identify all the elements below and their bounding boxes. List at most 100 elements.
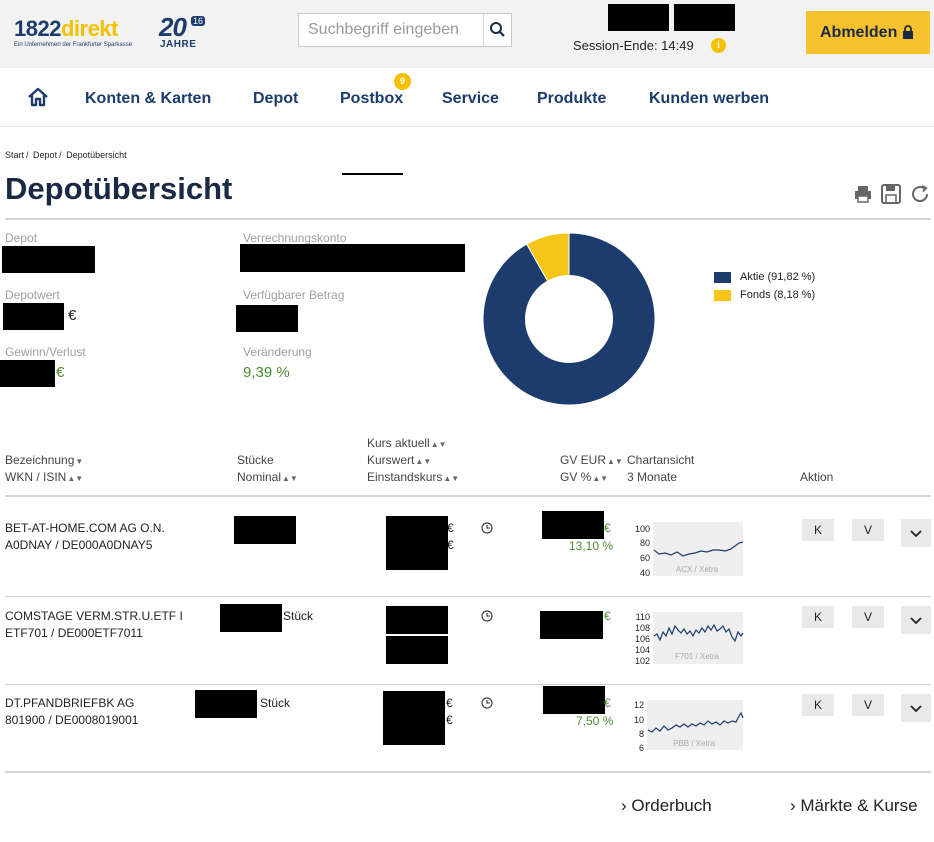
logo[interactable]: 1822direkt [14, 16, 118, 42]
row-divider [5, 596, 931, 597]
row1-name[interactable]: BET-AT-HOME.COM AG O.N. [5, 520, 165, 537]
header-nominal[interactable]: Nominal▲▼ [237, 469, 298, 487]
user-id-redacted [674, 4, 735, 31]
row2-buy-button[interactable]: K [802, 606, 834, 628]
row3-stueck-unit: Stück [260, 696, 291, 710]
depot-label: Depot [5, 231, 38, 245]
nav-depot[interactable]: Depot [253, 90, 298, 108]
gewinn-redacted [0, 360, 55, 387]
orderbuch-link[interactable]: › Orderbuch [621, 796, 712, 816]
row1-kurswert-currency: € [447, 538, 454, 552]
row1-mini-chart[interactable]: 100 80 60 40 ACX / Xetra [627, 520, 747, 578]
allocation-donut [482, 232, 656, 406]
verrechnungskonto-label: Verrechnungskonto [243, 231, 347, 245]
row2-clock-icon[interactable] [481, 610, 493, 622]
nav-postbox[interactable]: Postbox [340, 90, 403, 108]
header-gv-pct[interactable]: GV %▲▼ [560, 469, 608, 487]
svg-text:12: 12 [634, 700, 644, 710]
logout-button[interactable]: Abmelden [806, 11, 930, 54]
row1-wkn-isin: A0DNAY / DE000A0DNAY5 [5, 538, 153, 552]
header-bezeichnung[interactable]: Bezeichnung▼ [5, 452, 83, 470]
breadcrumb: Start / Depot / Depotübersicht [5, 150, 127, 160]
depotwert-redacted [3, 303, 64, 330]
row3-wkn-isin: 801900 / DE0008019001 [5, 713, 139, 727]
row3-clock-icon[interactable] [481, 697, 493, 709]
row1-clock-icon[interactable] [481, 522, 493, 534]
header-einstandskurs[interactable]: Einstandskurs▲▼ [367, 469, 459, 487]
header-wkn-isin[interactable]: WKN / ISIN▲▼ [5, 469, 83, 487]
search-input[interactable] [299, 14, 483, 46]
chevron-down-icon [910, 705, 922, 713]
svg-text:104: 104 [635, 645, 650, 655]
session-end: Session-Ende: 14:49 [573, 38, 694, 53]
row3-gv-pct: 7,50 % [576, 714, 614, 728]
verfuegbar-label: Verfügbarer Betrag [243, 288, 345, 302]
chevron-down-icon [910, 530, 922, 538]
svg-text:110: 110 [636, 612, 650, 622]
svg-text:10: 10 [634, 715, 644, 725]
gewinn-currency: € [56, 364, 65, 381]
row1-stueck-redacted [234, 516, 296, 544]
verrechnungskonto-redacted [240, 244, 465, 272]
redaction-line [342, 173, 403, 175]
row1-gv-eur-redacted [542, 511, 604, 539]
row3-kurs-currency: € [446, 696, 453, 710]
table-bottom-divider [5, 771, 931, 773]
lock-icon [903, 25, 913, 39]
title-divider [5, 218, 931, 220]
veraenderung-value: 9,39 % [243, 364, 290, 381]
svg-text:6: 6 [639, 743, 644, 752]
row3-stueck-redacted [195, 690, 257, 718]
svg-text:8: 8 [639, 729, 644, 739]
row3-buy-button[interactable]: K [802, 694, 834, 716]
row2-mini-chart[interactable]: 110 108 106 104 102 F701 / Xetra [627, 606, 747, 664]
anniversary-logo: 20 16 JAHRE [159, 12, 206, 50]
nav-produkte[interactable]: Produkte [537, 90, 606, 108]
row2-expand-button[interactable] [901, 606, 931, 634]
row1-buy-button[interactable]: K [802, 519, 834, 541]
nav-kunden-werben[interactable]: Kunden werben [649, 90, 769, 108]
row3-name[interactable]: DT.PFANDBRIEFBK AG [5, 695, 134, 712]
svg-text:ACX / Xetra: ACX / Xetra [676, 565, 719, 574]
header-3-monate: 3 Monate [627, 470, 678, 484]
search-button[interactable] [483, 14, 511, 46]
header-aktion: Aktion [800, 470, 834, 484]
row3-gv-eur-redacted [543, 686, 605, 714]
svg-text:106: 106 [635, 634, 650, 644]
row3-kurswert-redacted [383, 718, 445, 745]
svg-text:80: 80 [640, 538, 650, 548]
breadcrumb-start[interactable]: Start [5, 150, 24, 160]
nav-service[interactable]: Service [442, 90, 499, 108]
header-kurs-aktuell[interactable]: Kurs aktuell▲▼ [367, 435, 447, 453]
header-kurswert[interactable]: Kurswert▲▼ [367, 452, 431, 470]
user-name-redacted [608, 4, 669, 31]
page-title: Depotübersicht [5, 171, 233, 206]
row2-sell-button[interactable]: V [852, 606, 884, 628]
depotwert-label: Depotwert [5, 288, 60, 302]
legend-swatch-aktie [714, 272, 731, 283]
veraenderung-label: Veränderung [243, 345, 312, 359]
row3-kurswert-currency: € [446, 713, 453, 727]
row-divider [5, 684, 931, 685]
depotwert-currency: € [68, 307, 77, 324]
breadcrumb-depot[interactable]: Depot [33, 150, 57, 160]
home-icon[interactable] [26, 85, 50, 109]
row3-sell-button[interactable]: V [852, 694, 884, 716]
svg-text:100: 100 [635, 524, 650, 534]
row1-expand-button[interactable] [901, 519, 931, 547]
row1-sell-button[interactable]: V [852, 519, 884, 541]
print-icon[interactable] [852, 183, 874, 205]
header-chartansicht: Chartansicht [627, 453, 695, 467]
row2-name[interactable]: COMSTAGE VERM.STR.U.ETF I [5, 608, 183, 625]
nav-konten-karten[interactable]: Konten & Karten [85, 90, 211, 108]
chevron-down-icon [910, 617, 922, 625]
info-icon[interactable]: i [711, 38, 726, 53]
row1-kurs-currency: € [447, 521, 454, 535]
refresh-icon[interactable] [909, 183, 931, 205]
svg-text:40: 40 [640, 568, 650, 578]
row3-mini-chart[interactable]: 12 10 8 6 PBB / Xetra [627, 694, 747, 752]
header-gv-eur[interactable]: GV EUR▲▼ [560, 452, 623, 470]
row3-expand-button[interactable] [901, 694, 931, 722]
maerkte-kurse-link[interactable]: › Märkte & Kurse [790, 796, 918, 816]
save-icon[interactable] [880, 183, 902, 205]
